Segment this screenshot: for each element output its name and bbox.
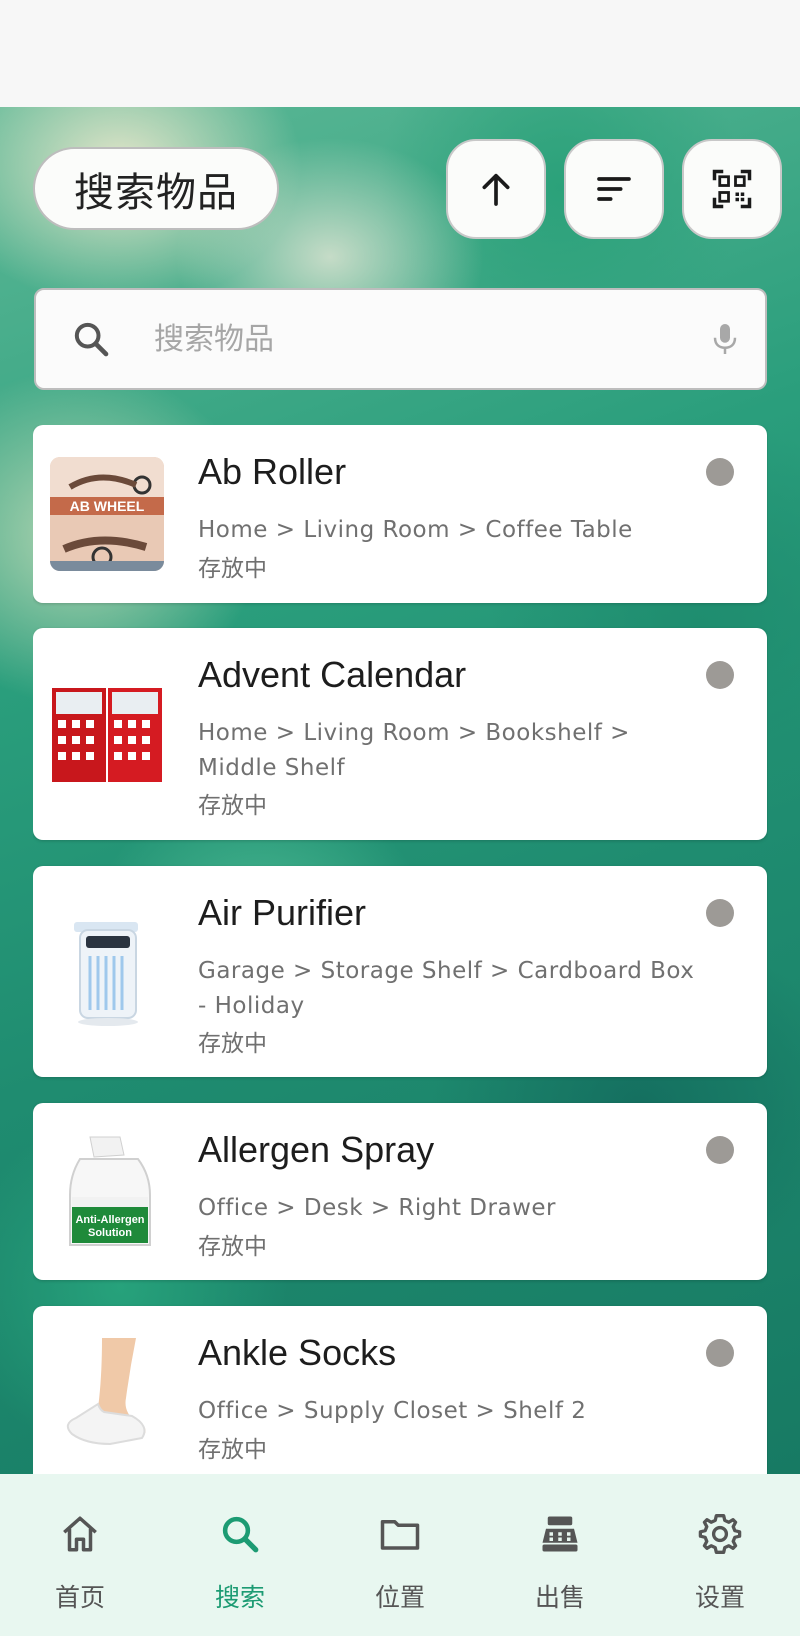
search-icon [36, 319, 136, 359]
search-input[interactable] [136, 321, 685, 357]
status-dot [706, 1339, 734, 1367]
nav-sell[interactable]: 出售 [480, 1474, 640, 1636]
item-list: AB WHEEL Ab Roller Home > Living Room > … [33, 425, 768, 1474]
gear-icon [698, 1512, 742, 1556]
search-icon [218, 1512, 262, 1556]
item-name: Advent Calendar [198, 654, 467, 695]
nav-home[interactable]: 首页 [0, 1474, 160, 1636]
item-name: Allergen Spray [198, 1129, 435, 1170]
bottom-navigation: 首页 搜索 位置 出售 设置 [0, 1474, 800, 1636]
list-item[interactable]: Advent Calendar Home > Living Room > Boo… [33, 628, 767, 840]
nav-label: 位置 [374, 1583, 425, 1612]
nav-settings[interactable]: 设置 [640, 1474, 800, 1636]
nav-label: 搜索 [214, 1583, 265, 1612]
page-title: 搜索物品 [33, 147, 279, 230]
status-dot [706, 899, 734, 927]
sort-direction-button[interactable] [446, 139, 546, 239]
item-status: 存放中 [198, 1437, 267, 1463]
home-icon [58, 1512, 102, 1556]
nav-label: 出售 [534, 1583, 585, 1612]
top-toolbar: 搜索物品 [0, 139, 800, 239]
status-dot [706, 1136, 734, 1164]
status-bar [0, 0, 800, 107]
scan-button[interactable] [682, 139, 782, 239]
arrow-up-icon [482, 173, 510, 206]
item-status: 存放中 [198, 1234, 267, 1260]
item-thumbnail [50, 678, 164, 792]
item-thumbnail [50, 1338, 164, 1452]
allergen-label-2: Solution [88, 1227, 132, 1239]
item-name: Ab Roller [198, 451, 347, 492]
status-dot [706, 458, 734, 486]
item-thumbnail [50, 914, 164, 1028]
status-dot [706, 661, 734, 689]
item-status: 存放中 [198, 1031, 267, 1057]
item-location: Home > Living Room > Coffee Table [198, 517, 633, 543]
nav-search[interactable]: 搜索 [160, 1474, 320, 1636]
item-location: Home > Living Room > Bookshelf > Middle … [198, 720, 630, 781]
sort-icon [597, 177, 631, 201]
list-item[interactable]: Air Purifier Garage > Storage Shelf > Ca… [33, 866, 767, 1077]
search-bar[interactable] [34, 288, 767, 390]
list-item[interactable]: Anti-Allergen Solution Allergen Spray Of… [33, 1103, 767, 1280]
sort-button[interactable] [564, 139, 664, 239]
qr-scan-icon [712, 169, 752, 209]
item-status: 存放中 [198, 793, 267, 819]
item-name: Air Purifier [198, 892, 367, 933]
item-status: 存放中 [198, 556, 267, 582]
list-item[interactable]: AB WHEEL Ab Roller Home > Living Room > … [33, 425, 767, 603]
item-location: Office > Desk > Right Drawer [198, 1195, 556, 1221]
item-location: Garage > Storage Shelf > Cardboard Box -… [198, 958, 695, 1019]
item-thumbnail: Anti-Allergen Solution [50, 1135, 164, 1249]
item-name: Ankle Socks [198, 1332, 397, 1373]
cash-register-icon [538, 1512, 582, 1556]
nav-label: 首页 [54, 1583, 105, 1612]
list-item[interactable]: Ankle Socks Office > Supply Closet > She… [33, 1306, 767, 1474]
item-location: Office > Supply Closet > Shelf 2 [198, 1398, 587, 1424]
folder-icon [378, 1512, 422, 1556]
allergen-label-1: Anti-Allergen [75, 1214, 144, 1226]
microphone-icon[interactable] [685, 321, 765, 357]
item-thumbnail: AB WHEEL [50, 457, 164, 571]
nav-label: 设置 [694, 1583, 745, 1612]
ab-roller-label: AB WHEEL [70, 498, 145, 514]
nav-locations[interactable]: 位置 [320, 1474, 480, 1636]
